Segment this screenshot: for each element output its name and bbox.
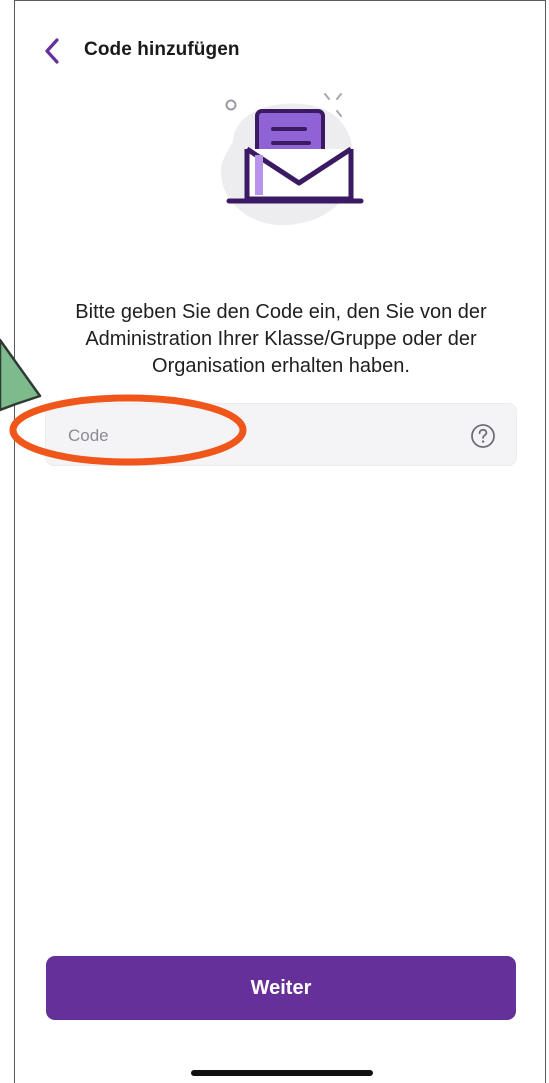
code-field [45,403,517,467]
navigation-header: Code hinzufügen [15,29,545,73]
home-indicator [191,1070,373,1076]
envelope-document-icon [220,93,364,226]
back-button[interactable] [39,33,69,69]
page-title: Code hinzufügen [84,39,240,60]
help-button[interactable] [470,423,496,449]
chevron-left-icon [45,38,59,64]
continue-button[interactable]: Weiter [46,956,516,1020]
app-screen: Code hinzufügen Bitte geben Sie den Code… [14,0,546,1083]
code-input[interactable] [66,404,450,467]
question-circle-icon [471,424,495,448]
envelope-illustration [205,91,365,231]
instruction-text: Bitte geben Sie den Code ein, den Sie vo… [75,301,487,377]
